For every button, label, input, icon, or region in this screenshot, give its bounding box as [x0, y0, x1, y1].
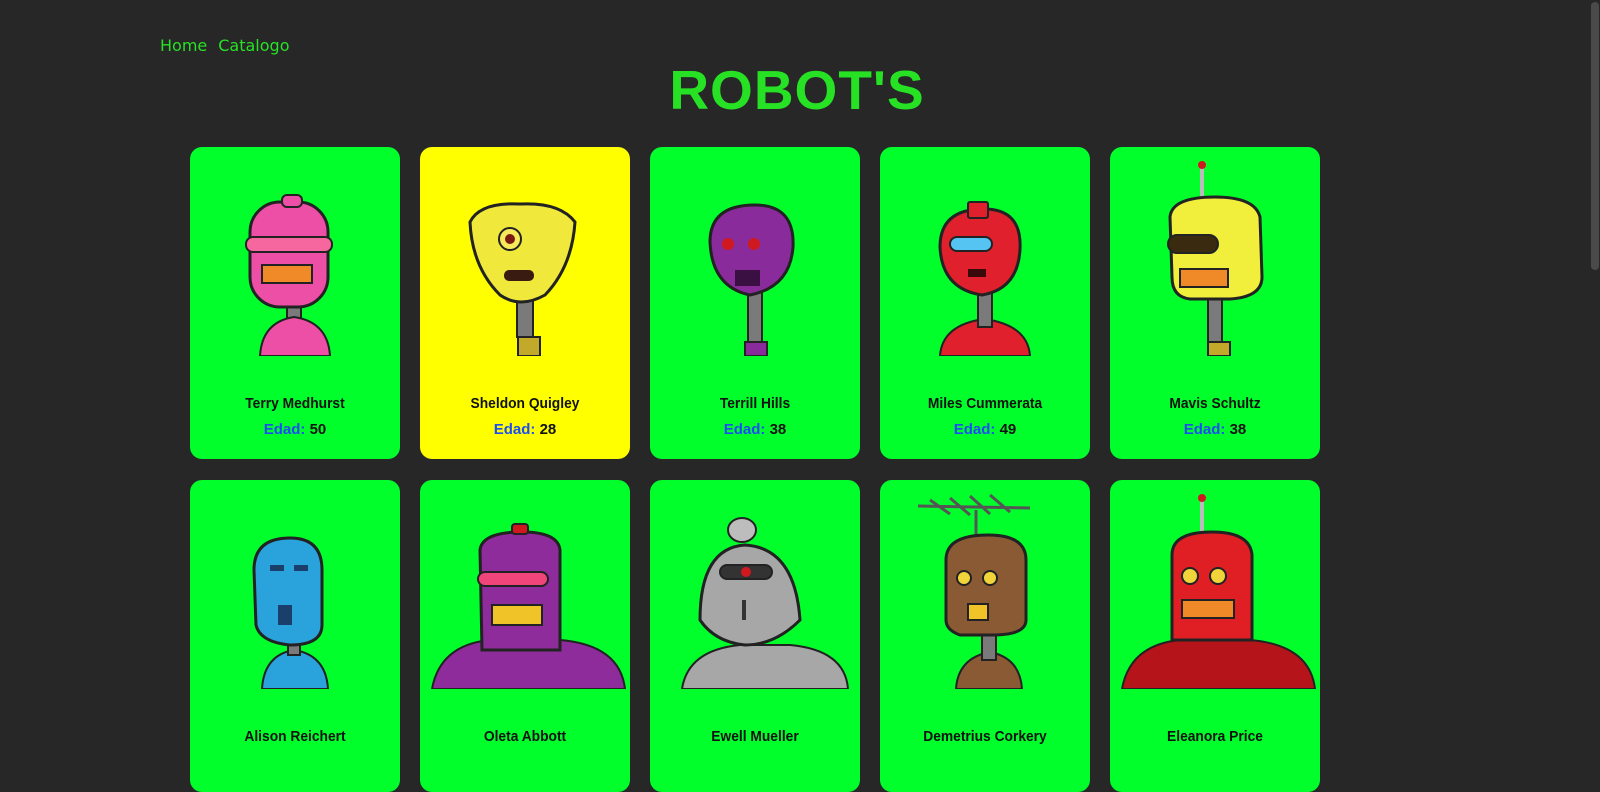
robot-card[interactable]: Demetrius Corkery — [880, 480, 1090, 792]
age-label: Edad: — [723, 421, 766, 438]
age-label: Edad: — [493, 421, 536, 438]
robot-age: Edad: 28 — [420, 421, 630, 438]
robot-card[interactable]: Terrill Hills Edad: 38 — [650, 147, 860, 459]
robot-image — [1120, 494, 1317, 689]
age-value: 38 — [769, 421, 787, 438]
robot-card[interactable]: Mavis Schultz Edad: 38 — [1110, 147, 1320, 459]
robot-age: Edad: 49 — [880, 421, 1090, 438]
age-value: 50 — [309, 421, 327, 438]
nav-catalog-link[interactable]: Catalogo — [218, 36, 289, 55]
robot-card[interactable]: Miles Cummerata Edad: 49 — [880, 147, 1090, 459]
robot-name: Mavis Schultz — [1169, 395, 1261, 412]
age-label: Edad: — [1183, 421, 1226, 438]
robot-image — [938, 201, 1032, 356]
robot-card[interactable]: Eleanora Price — [1110, 480, 1320, 792]
age-value: 49 — [999, 421, 1017, 438]
page-scrollbar[interactable] — [1590, 0, 1600, 749]
robot-card[interactable]: Sheldon Quigley Edad: 28 — [420, 147, 630, 459]
robot-name: Demetrius Corkery — [923, 728, 1047, 745]
robot-name: Eleanora Price — [1167, 728, 1263, 745]
nav-home-link[interactable]: Home — [160, 36, 207, 55]
robot-name: Terrill Hills — [719, 395, 791, 412]
robot-name: Terry Medhurst — [245, 395, 345, 412]
robot-age: Edad: 38 — [650, 421, 860, 438]
robot-image — [917, 493, 1031, 689]
age-value: 38 — [1229, 421, 1247, 438]
robot-grid: Terry Medhurst Edad: 50 Sheldon Quigley … — [190, 147, 1320, 792]
age-label: Edad: — [953, 421, 996, 438]
robot-name: Oleta Abbott — [483, 728, 567, 745]
robot-image — [708, 203, 795, 356]
age-value: 28 — [539, 421, 557, 438]
robot-name: Miles Cummerata — [927, 395, 1043, 412]
robot-card[interactable]: Oleta Abbott — [420, 480, 630, 792]
robot-card[interactable]: Ewell Mueller — [650, 480, 860, 792]
robot-age: Edad: 50 — [190, 421, 400, 438]
robot-card[interactable]: Terry Medhurst Edad: 50 — [190, 147, 400, 459]
robot-image — [430, 523, 627, 689]
page-title: ROBOT'S — [669, 59, 925, 121]
robot-card[interactable]: Alison Reichert — [190, 480, 400, 792]
robot-image — [680, 517, 850, 689]
robot-name: Sheldon Quigley — [470, 395, 580, 412]
robot-image — [468, 202, 577, 356]
top-nav: Home Catalogo — [160, 36, 289, 55]
scrollbar-thumb[interactable] — [1591, 2, 1599, 270]
robot-image — [245, 194, 333, 356]
robot-name: Alison Reichert — [244, 728, 346, 745]
age-label: Edad: — [263, 421, 306, 438]
robot-age: Edad: 38 — [1110, 421, 1320, 438]
robot-image — [1167, 161, 1264, 356]
robot-image — [252, 536, 330, 689]
robot-name: Ewell Mueller — [711, 728, 799, 745]
